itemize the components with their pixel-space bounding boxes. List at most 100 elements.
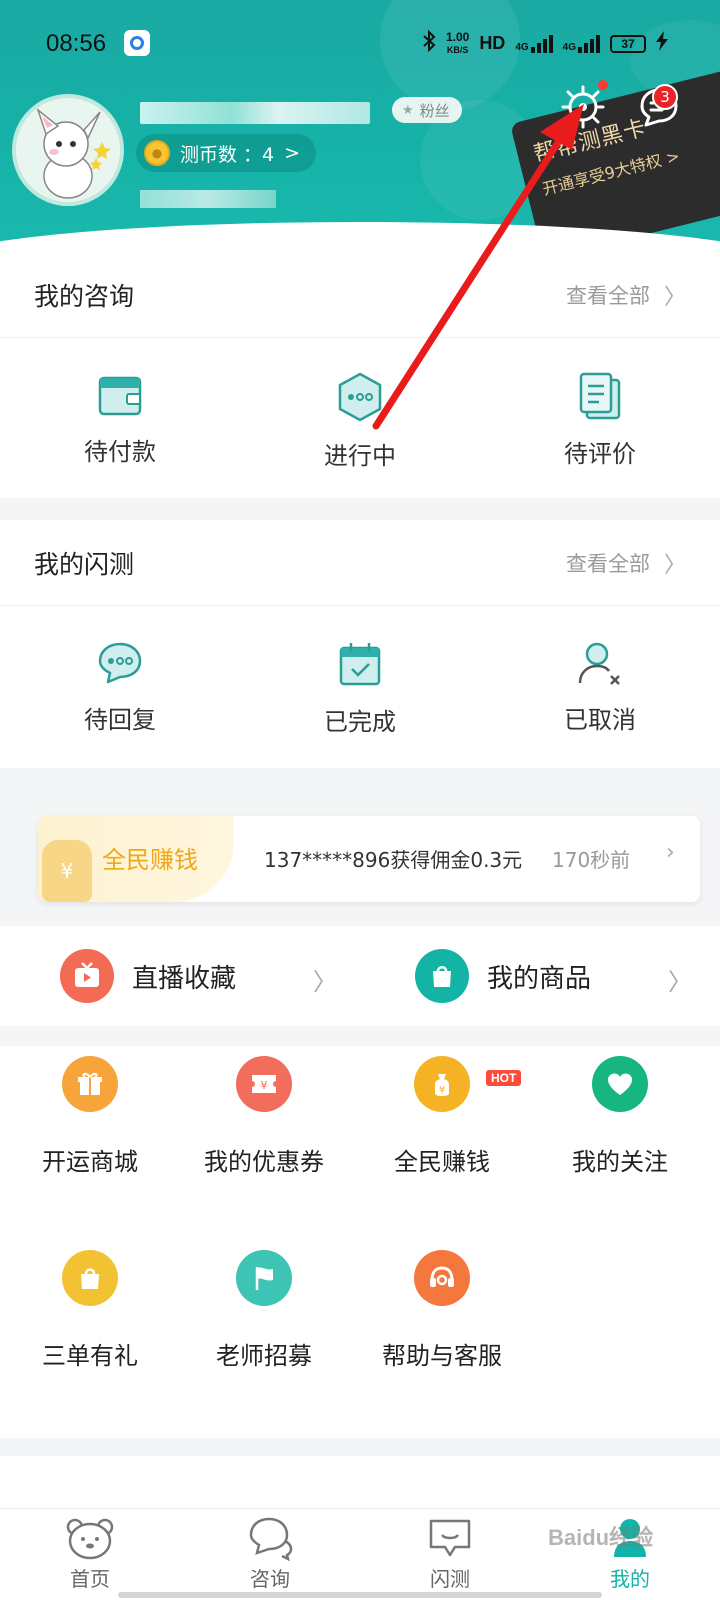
signal-2-label: 4G xyxy=(562,41,576,53)
promo-ticker-text: 137*****896获得佣金0.3元 xyxy=(264,848,523,872)
consult-to-review[interactable]: 待评价 xyxy=(480,338,720,471)
signal-icon-1: 4G xyxy=(515,34,553,53)
headset-icon xyxy=(414,1250,470,1306)
user-id-blurred xyxy=(140,190,276,208)
coin-icon: ● xyxy=(144,140,170,166)
flag-icon xyxy=(236,1250,292,1306)
heart-icon xyxy=(592,1056,648,1112)
hexagon-dots-icon xyxy=(338,372,382,422)
consult-in-progress[interactable]: 进行中 xyxy=(240,338,480,471)
avatar[interactable] xyxy=(12,94,124,206)
svg-text:¥: ¥ xyxy=(261,1079,268,1092)
flash-cancelled-label: 已取消 xyxy=(564,706,636,734)
notification-app-icon xyxy=(124,30,150,56)
my-goods-link[interactable]: 我的商品 〉 xyxy=(365,926,720,1026)
tool-lucky-mall[interactable]: 开运商城 xyxy=(0,1056,180,1177)
tool-my-coupons-label: 我的优惠券 xyxy=(204,1148,324,1176)
earn-money-banner[interactable]: ¥ 全民赚钱 137*****896获得佣金0.3元 170秒前 › xyxy=(38,816,700,902)
tool-my-coupons[interactable]: ¥ 我的优惠券 xyxy=(174,1056,354,1177)
consultation-view-all[interactable]: 查看全部 〉 xyxy=(566,279,686,311)
live-favorites-label: 直播收藏 xyxy=(132,963,237,994)
my-consultation-section: 我的咨询 查看全部 〉 待付款 进行中 待评价 xyxy=(0,252,720,498)
cartoon-fox-avatar-icon xyxy=(16,98,120,202)
nav-home[interactable]: 首页 xyxy=(0,1509,180,1600)
baidu-watermark: Baidu经验 xyxy=(548,1525,654,1550)
consultation-status-grid: 待付款 进行中 待评价 xyxy=(0,338,720,471)
consultation-view-all-label: 查看全部 xyxy=(565,283,650,308)
nav-consult-label: 咨询 xyxy=(250,1567,290,1591)
nav-flash-test-label: 闪测 xyxy=(430,1567,470,1591)
flash-view-all[interactable]: 查看全部 〉 xyxy=(566,547,686,579)
shopping-bag-icon xyxy=(415,949,469,1003)
wallet-icon xyxy=(98,376,142,416)
settings-button[interactable] xyxy=(560,84,606,130)
consultation-header: 我的咨询 查看全部 〉 xyxy=(0,252,720,338)
svg-text:¥: ¥ xyxy=(439,1085,445,1096)
shopping-bag-icon xyxy=(62,1250,118,1306)
flash-status-grid: 待回复 已完成 已取消 xyxy=(0,606,720,737)
flash-test-icon xyxy=(429,1519,471,1557)
tool-my-follows-label: 我的关注 xyxy=(572,1148,668,1176)
tools-grid: 开运商城 ¥ 我的优惠券 ¥ 全民赚钱 我的关注 三单有礼 老师招募 帮助与客服 xyxy=(0,1046,720,1438)
tool-earn-money-label: 全民赚钱 xyxy=(394,1148,490,1176)
hd-label: HD xyxy=(479,33,506,53)
consult-pending-payment-label: 待付款 xyxy=(84,438,156,466)
charging-icon xyxy=(656,31,668,56)
bluetooth-icon xyxy=(422,29,436,57)
bear-face-icon xyxy=(66,1518,114,1560)
chevron-right-icon: 〉 xyxy=(663,552,686,578)
status-indicators: 1.00 KB/S HD 4G 4G 37 xyxy=(422,29,668,57)
coin-label: 测币数 ：4 xyxy=(180,143,275,166)
money-bag-icon: ¥ xyxy=(414,1056,470,1112)
signal-icon-2: 4G xyxy=(562,34,600,53)
message-count-badge: 3 xyxy=(652,84,678,110)
flash-view-all-label: 查看全部 xyxy=(565,551,650,576)
tool-three-orders-gift[interactable]: 三单有礼 xyxy=(0,1250,180,1371)
profile-header: 08:56 1.00 KB/S HD 4G 4G 37 ★ 粉丝 ● 测币数 ：… xyxy=(0,0,720,260)
flash-completed[interactable]: 已完成 xyxy=(240,606,480,737)
nav-consult[interactable]: 咨询 xyxy=(180,1509,360,1600)
user-x-icon xyxy=(578,642,620,685)
coin-balance-pill[interactable]: ● 测币数 ：4 > xyxy=(136,134,317,172)
tool-help-support[interactable]: 帮助与客服 xyxy=(352,1250,532,1371)
nav-home-label: 首页 xyxy=(70,1567,110,1591)
tool-three-orders-gift-label: 三单有礼 xyxy=(42,1342,138,1370)
promo-ticker-time: 170秒前 xyxy=(552,848,631,872)
flash-title: 我的闪测 xyxy=(34,549,135,579)
nav-me-label: 我的 xyxy=(610,1567,650,1591)
consult-in-progress-label: 进行中 xyxy=(324,442,396,470)
tool-teacher-recruit-label: 老师招募 xyxy=(216,1342,312,1370)
calendar-check-icon xyxy=(339,643,381,686)
consult-pending-payment[interactable]: 待付款 xyxy=(0,338,240,471)
consult-to-review-label: 待评价 xyxy=(564,440,636,468)
signal-1-label: 4G xyxy=(515,41,529,53)
promo-title: 全民赚钱 xyxy=(102,846,198,874)
settings-red-dot xyxy=(598,80,608,90)
chat-icon xyxy=(249,1517,293,1561)
fans-badge[interactable]: ★ 粉丝 xyxy=(392,97,462,123)
chevron-right-icon: 〉 xyxy=(663,284,686,310)
tv-play-icon xyxy=(60,949,114,1003)
username-blurred xyxy=(140,102,370,124)
gesture-home-bar[interactable] xyxy=(118,1592,602,1598)
money-bag-icon: ¥ xyxy=(42,840,92,902)
net-speed-value: 1.00 xyxy=(445,30,470,44)
flash-awaiting-reply[interactable]: 待回复 xyxy=(0,606,240,737)
chevron-right-icon: 〉 xyxy=(313,968,337,996)
coupon-icon: ¥ xyxy=(236,1056,292,1112)
hot-badge: HOT xyxy=(486,1070,522,1086)
tool-lucky-mall-label: 开运商城 xyxy=(42,1148,138,1176)
net-speed: 1.00 KB/S xyxy=(446,31,469,56)
tool-teacher-recruit[interactable]: 老师招募 xyxy=(174,1250,354,1371)
tool-my-follows[interactable]: 我的关注 xyxy=(530,1056,710,1177)
flash-cancelled[interactable]: 已取消 xyxy=(480,606,720,737)
tool-help-support-label: 帮助与客服 xyxy=(382,1342,502,1370)
coin-chevron-icon: > xyxy=(284,142,301,164)
status-bar: 08:56 1.00 KB/S HD 4G 4G 37 xyxy=(0,0,720,86)
document-icon xyxy=(579,372,621,420)
chevron-right-icon: › xyxy=(666,840,675,865)
nav-flash-test[interactable]: 闪测 xyxy=(360,1509,540,1600)
consultation-title: 我的咨询 xyxy=(34,281,135,311)
chat-bubble-icon xyxy=(98,642,142,684)
live-favorites-link[interactable]: 直播收藏 〉 xyxy=(0,926,365,1026)
